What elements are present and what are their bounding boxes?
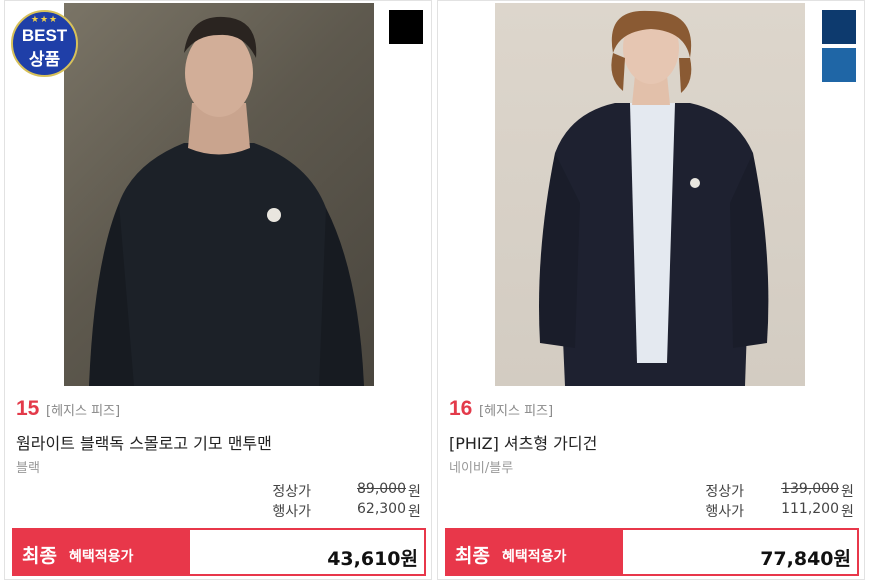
- final-price-box: 최종 혜택적용가 43,610원: [12, 528, 426, 576]
- final-label-small: 혜택적용가: [69, 549, 134, 565]
- currency-unit: 원: [841, 504, 854, 520]
- regular-price-label: 정상가: [272, 484, 311, 500]
- product-color: 네이비/블루: [449, 461, 514, 476]
- color-swatch-blue[interactable]: [822, 48, 856, 82]
- product-image[interactable]: [495, 3, 805, 386]
- regular-price: 139,000: [781, 481, 839, 497]
- final-label-big: 최종: [22, 545, 57, 567]
- color-swatch-black[interactable]: [389, 10, 423, 44]
- badge-stars: ★★★: [30, 15, 59, 25]
- badge-line2: 상품: [28, 50, 61, 70]
- final-price-label-block: 최종 혜택적용가: [14, 530, 190, 576]
- color-swatch-navy[interactable]: [822, 10, 856, 44]
- currency-unit: 원: [408, 484, 421, 500]
- product-name[interactable]: 웜라이트 블랙독 스몰로고 기모 맨투맨: [16, 430, 272, 454]
- event-price-label: 행사가: [705, 504, 744, 520]
- brand-name[interactable]: [헤지스 피즈]: [479, 400, 553, 419]
- product-color: 블랙: [16, 461, 40, 476]
- final-label-big: 최종: [455, 545, 490, 567]
- product-name[interactable]: [PHIZ] 셔츠형 가디건: [449, 430, 597, 454]
- best-product-badge: ★★★ BEST 상품: [11, 10, 78, 77]
- event-price: 111,200: [781, 501, 839, 517]
- brand-name[interactable]: [헤지스 피즈]: [46, 400, 120, 419]
- regular-price: 89,000: [357, 481, 406, 497]
- badge-line1: BEST: [21, 26, 68, 45]
- event-price: 62,300: [357, 501, 406, 517]
- event-price-label: 행사가: [272, 504, 311, 520]
- final-label-small: 혜택적용가: [502, 549, 567, 565]
- product-card[interactable]: 16 [헤지스 피즈] [PHIZ] 셔츠형 가디건 네이비/블루 정상가 13…: [437, 0, 865, 580]
- currency-unit: 원: [841, 484, 854, 500]
- final-price-label-block: 최종 혜택적용가: [447, 530, 623, 576]
- rank-number: 15: [16, 397, 40, 420]
- rank-number: 16: [449, 397, 473, 420]
- product-card[interactable]: ★★★ BEST 상품 15 [헤지스 피즈] 웜라이트 블랙독 스몰로고 기모…: [4, 0, 432, 580]
- final-price-box: 최종 혜택적용가 77,840원: [445, 528, 859, 576]
- regular-price-label: 정상가: [705, 484, 744, 500]
- product-image[interactable]: [64, 3, 374, 386]
- currency-unit: 원: [408, 504, 421, 520]
